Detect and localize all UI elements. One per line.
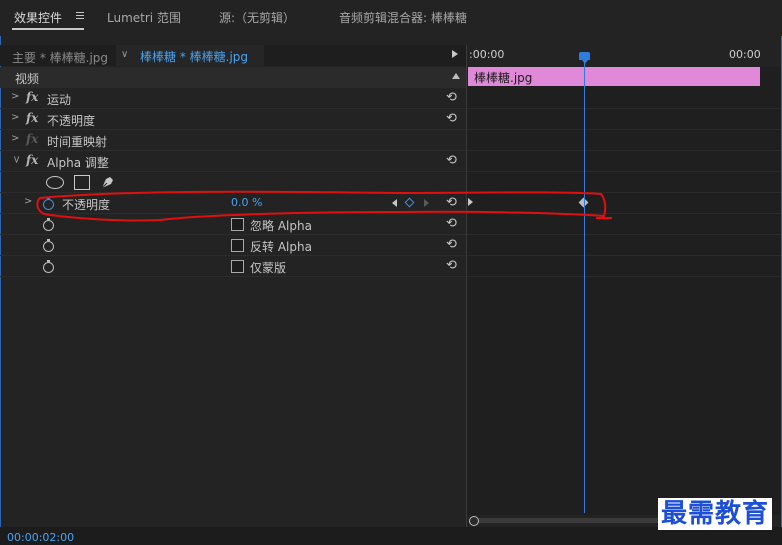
playhead-handle[interactable] — [579, 52, 590, 64]
add-keyframe-icon[interactable] — [404, 197, 415, 208]
effect-row-opacity[interactable]: > fx 不透明度 ⟲ — [0, 109, 466, 130]
panel-menu-icon[interactable] — [76, 12, 84, 21]
keyframe-timeline[interactable] — [467, 45, 781, 515]
timeline-row-divider — [467, 171, 781, 172]
invert-alpha-checkbox[interactable] — [231, 239, 244, 252]
fx-icon[interactable]: fx — [26, 111, 38, 125]
reset-icon[interactable]: ⟲ — [446, 111, 457, 126]
reset-icon[interactable]: ⟲ — [446, 237, 457, 252]
invert-alpha-row[interactable]: 反转 Alpha ⟲ — [0, 235, 466, 256]
prev-keyframe-icon[interactable] — [392, 199, 397, 207]
timeline-expand-arrow-icon[interactable] — [468, 198, 473, 206]
effect-row-time-remap[interactable]: > fx 时间重映射 — [0, 130, 466, 151]
tab-source[interactable]: 源:（无剪辑） — [219, 9, 295, 26]
pen-mask-icon[interactable] — [100, 174, 116, 190]
effect-label-opacity: 不透明度 — [47, 114, 96, 128]
master-clip-tab[interactable]: 主要 * 棒棒糖.jpg — [12, 49, 108, 66]
effect-label-time-remap: 时间重映射 — [47, 135, 108, 149]
chevron-right-icon[interactable]: > — [11, 112, 19, 123]
ignore-alpha-label: 忽略 Alpha — [250, 219, 312, 233]
timeline-row-divider — [467, 234, 781, 235]
param-label-opacity: 不透明度 — [62, 198, 111, 212]
reset-icon[interactable]: ⟲ — [446, 153, 457, 168]
timeline-row-divider — [467, 192, 781, 193]
chevron-down-icon[interactable]: > — [11, 155, 22, 163]
fx-icon[interactable]: fx — [26, 153, 38, 167]
mask-only-checkbox[interactable] — [231, 260, 244, 273]
reset-icon[interactable]: ⟲ — [446, 258, 457, 273]
chevron-right-icon[interactable]: > — [24, 196, 32, 207]
ignore-alpha-row[interactable]: 忽略 Alpha ⟲ — [0, 214, 466, 235]
scroll-left-handle[interactable] — [469, 516, 479, 526]
stopwatch-icon[interactable] — [43, 197, 54, 210]
collapse-up-icon[interactable] — [452, 73, 460, 79]
ruler-start-label: :00:00 — [469, 48, 505, 61]
reset-icon[interactable]: ⟲ — [446, 90, 457, 105]
video-section-label: 视频 — [15, 72, 40, 86]
reset-icon[interactable]: ⟲ — [446, 195, 457, 210]
tab-lumetri-scopes[interactable]: Lumetri 范围 — [107, 9, 181, 26]
chevron-right-icon[interactable]: > — [11, 133, 19, 144]
show-timeline-toggle-icon[interactable] — [452, 50, 458, 58]
alpha-opacity-param-row[interactable]: > 不透明度 0.0 % ⟲ — [0, 193, 466, 214]
effect-label-motion: 运动 — [47, 93, 72, 107]
mask-only-row[interactable]: 仅蒙版 ⟲ — [0, 256, 466, 277]
timeline-row-divider — [467, 108, 781, 109]
timeline-clip[interactable]: 棒棒糖.jpg — [468, 67, 760, 86]
panel-tab-bar: 效果控件 Lumetri 范围 源:（无剪辑） 音频剪辑混合器: 棒棒糖 — [0, 0, 782, 36]
effect-row-motion[interactable]: > fx 运动 ⟲ — [0, 88, 466, 109]
tab-audio-clip-mixer[interactable]: 音频剪辑混合器: 棒棒糖 — [339, 9, 467, 26]
timeline-row-divider — [467, 276, 781, 277]
timeline-row-divider — [467, 150, 781, 151]
ruler-end-label: 00:00 — [729, 48, 761, 61]
fx-icon: fx — [26, 132, 39, 146]
playhead-line — [584, 59, 585, 513]
mask-only-label: 仅蒙版 — [250, 261, 287, 275]
stopwatch-icon[interactable] — [43, 260, 54, 273]
video-section-header: 视频 — [0, 67, 466, 88]
active-tab-underline — [12, 28, 84, 30]
watermark-logo: 最需教育 — [658, 498, 773, 530]
panel-divider[interactable] — [466, 45, 467, 530]
chevron-right-icon[interactable]: > — [11, 91, 19, 102]
ellipse-mask-icon[interactable] — [46, 176, 64, 189]
effect-row-alpha-adjust[interactable]: > fx Alpha 调整 ⟲ — [0, 151, 466, 172]
mask-tools-row — [0, 172, 466, 193]
opacity-value[interactable]: 0.0 % — [231, 196, 262, 209]
rectangle-mask-icon[interactable] — [74, 175, 90, 190]
sequence-clip-label: 棒棒糖 * 棒棒糖.jpg — [140, 50, 249, 64]
current-timecode[interactable]: 00:00:02:00 — [7, 531, 74, 544]
reset-icon[interactable]: ⟲ — [446, 216, 457, 231]
invert-alpha-label: 反转 Alpha — [250, 240, 312, 254]
fx-icon[interactable]: fx — [26, 90, 38, 104]
effect-label-alpha-adjust: Alpha 调整 — [47, 156, 109, 170]
chevron-down-icon[interactable]: ∨ — [121, 49, 128, 60]
next-keyframe-icon[interactable] — [424, 199, 429, 207]
stopwatch-icon[interactable] — [43, 239, 54, 252]
ignore-alpha-checkbox[interactable] — [231, 218, 244, 231]
timeline-row-divider — [467, 213, 781, 214]
tab-effects-controls[interactable]: 效果控件 — [14, 9, 62, 26]
timeline-row-divider — [467, 129, 781, 130]
stopwatch-icon[interactable] — [43, 218, 54, 231]
timeline-clip-label: 棒棒糖.jpg — [474, 71, 533, 85]
timeline-row-divider — [467, 255, 781, 256]
source-clip-bar: 主要 * 棒棒糖.jpg ∨ 棒棒糖 * 棒棒糖.jpg — [0, 45, 466, 66]
sequence-clip-tab[interactable]: ∨ 棒棒糖 * 棒棒糖.jpg — [116, 45, 264, 66]
